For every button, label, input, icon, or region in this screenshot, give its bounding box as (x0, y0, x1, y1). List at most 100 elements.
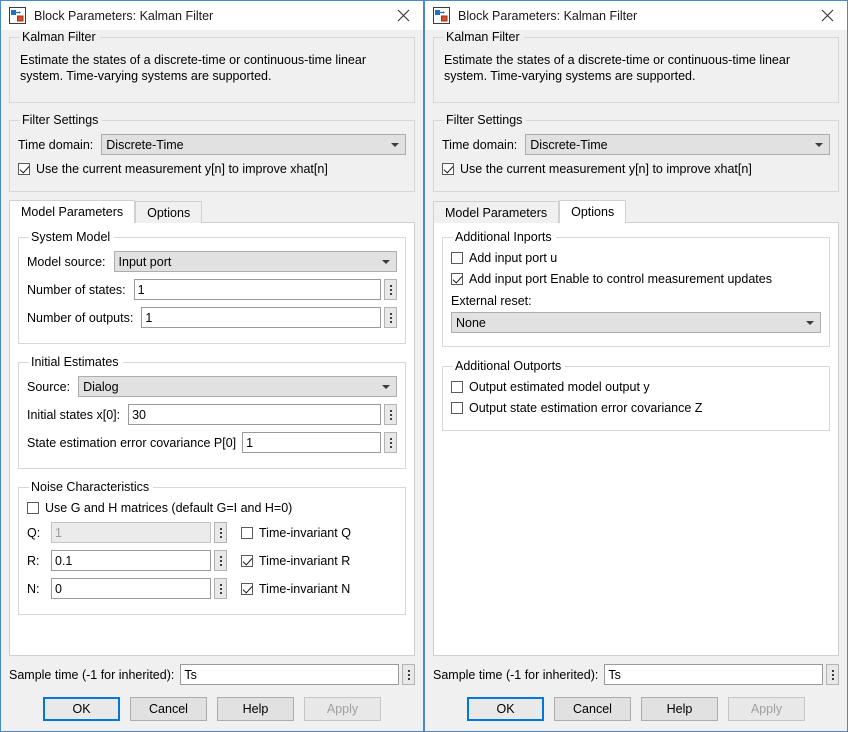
use-gh-row[interactable]: Use G and H matrices (default G=I and H=… (27, 501, 397, 515)
tab-options[interactable]: Options (135, 201, 202, 223)
covariance-input-wrap: 1 (242, 432, 397, 453)
use-current-measurement-checkbox[interactable] (18, 163, 30, 175)
time-domain-select[interactable]: Discrete-Time (101, 134, 406, 155)
ok-button[interactable]: OK (467, 697, 544, 721)
button-bar: OK Cancel Help Apply (433, 685, 839, 731)
n-input[interactable]: 0 (51, 578, 211, 599)
block-parameters-window-right: Block Parameters: Kalman Filter Kalman F… (424, 0, 848, 732)
tab-model-parameters-label: Model Parameters (445, 206, 547, 220)
time-invariant-q-checkbox[interactable] (241, 527, 253, 539)
tab-options[interactable]: Options (559, 200, 626, 223)
cancel-button[interactable]: Cancel (130, 697, 207, 721)
initial-source-select[interactable]: Dialog (78, 376, 397, 397)
model-source-select[interactable]: Input port (114, 251, 397, 272)
use-current-measurement-label: Use the current measurement y[n] to impr… (36, 162, 328, 176)
covariance-input[interactable]: 1 (242, 432, 381, 453)
covariance-spinner[interactable] (384, 432, 397, 453)
cancel-button[interactable]: Cancel (554, 697, 631, 721)
external-reset-row: None (451, 312, 821, 333)
title-bar: Block Parameters: Kalman Filter (1, 1, 423, 30)
r-spinner[interactable] (214, 550, 227, 571)
simulink-block-icon (433, 7, 450, 24)
sample-time-spinner[interactable] (402, 664, 415, 685)
external-reset-value: None (456, 316, 486, 330)
tab-options-label: Options (147, 206, 190, 220)
initial-states-spinner[interactable] (384, 404, 397, 425)
add-input-port-u-label: Add input port u (469, 251, 557, 265)
close-icon[interactable] (383, 1, 423, 29)
n-label: N: (27, 582, 43, 596)
number-of-outputs-spinner[interactable] (384, 307, 397, 328)
use-gh-checkbox[interactable] (27, 502, 39, 514)
time-invariant-n-label: Time-invariant N (259, 582, 350, 596)
output-estimated-y-checkbox[interactable] (451, 381, 463, 393)
additional-outports-legend: Additional Outports (453, 359, 565, 373)
description-legend: Kalman Filter (444, 30, 524, 44)
output-covariance-z-checkbox[interactable] (451, 402, 463, 414)
output-covariance-z-row[interactable]: Output state estimation error covariance… (451, 401, 821, 415)
add-input-port-u-row[interactable]: Add input port u (451, 251, 821, 265)
help-button[interactable]: Help (217, 697, 294, 721)
number-of-states-label: Number of states: (27, 283, 126, 297)
r-row: R: 0.1 Time-invariant R (27, 550, 397, 571)
q-spinner[interactable] (214, 522, 227, 543)
add-input-port-enable-checkbox[interactable] (451, 273, 463, 285)
sample-time-spinner[interactable] (826, 664, 839, 685)
time-domain-label: Time domain: (442, 138, 517, 152)
initial-source-value: Dialog (83, 380, 118, 394)
time-invariant-q-label: Time-invariant Q (259, 526, 351, 540)
help-button[interactable]: Help (641, 697, 718, 721)
apply-button: Apply (728, 697, 805, 721)
r-input[interactable]: 0.1 (51, 550, 211, 571)
n-row: N: 0 Time-invariant N (27, 578, 397, 599)
initial-states-row: Initial states x[0]: 30 (27, 404, 397, 425)
q-input-wrap: 1 (51, 522, 227, 543)
initial-source-label: Source: (27, 380, 70, 394)
external-reset-select[interactable]: None (451, 312, 821, 333)
add-input-port-enable-row[interactable]: Add input port Enable to control measure… (451, 272, 821, 286)
sample-time-label: Sample time (-1 for inherited): (433, 668, 598, 682)
number-of-outputs-row: Number of outputs: 1 (27, 307, 397, 328)
description-legend: Kalman Filter (20, 30, 100, 44)
description-group: Kalman Filter Estimate the states of a d… (9, 30, 415, 103)
time-invariant-r-checkbox[interactable] (241, 555, 253, 567)
number-of-outputs-input-wrap: 1 (141, 307, 397, 328)
sample-time-input[interactable]: Ts (604, 664, 823, 685)
number-of-states-spinner[interactable] (384, 279, 397, 300)
use-gh-label: Use G and H matrices (default G=I and H=… (45, 501, 292, 515)
external-reset-label-row: External reset: (451, 294, 821, 308)
window-title: Block Parameters: Kalman Filter (34, 9, 213, 23)
description-text: Estimate the states of a discrete-time o… (18, 44, 406, 94)
time-invariant-n-checkbox[interactable] (241, 583, 253, 595)
q-row: Q: 1 Time-invariant Q (27, 522, 397, 543)
use-current-measurement-checkbox[interactable] (442, 163, 454, 175)
number-of-outputs-input[interactable]: 1 (141, 307, 381, 328)
ok-button[interactable]: OK (43, 697, 120, 721)
initial-estimates-legend: Initial Estimates (29, 355, 123, 369)
number-of-states-input[interactable]: 1 (134, 279, 381, 300)
description-group: Kalman Filter Estimate the states of a d… (433, 30, 839, 103)
initial-source-row: Source: Dialog (27, 376, 397, 397)
output-estimated-y-row[interactable]: Output estimated model output y (451, 380, 821, 394)
time-domain-select[interactable]: Discrete-Time (525, 134, 830, 155)
add-input-port-u-checkbox[interactable] (451, 252, 463, 264)
output-estimated-y-label: Output estimated model output y (469, 380, 650, 394)
system-model-group: System Model Model source: Input port Nu… (18, 230, 406, 344)
sample-time-input[interactable]: Ts (180, 664, 399, 685)
initial-states-input[interactable]: 30 (128, 404, 381, 425)
tab-bar-right: Model Parameters Options (433, 200, 839, 223)
close-icon[interactable] (807, 1, 847, 29)
use-current-measurement-label: Use the current measurement y[n] to impr… (460, 162, 752, 176)
number-of-outputs-label: Number of outputs: (27, 311, 133, 325)
tab-model-parameters[interactable]: Model Parameters (433, 201, 559, 223)
use-current-measurement-row[interactable]: Use the current measurement y[n] to impr… (18, 162, 406, 176)
use-current-measurement-row[interactable]: Use the current measurement y[n] to impr… (442, 162, 830, 176)
time-domain-label: Time domain: (18, 138, 93, 152)
time-invariant-r-label: Time-invariant R (259, 554, 350, 568)
tab-model-parameters[interactable]: Model Parameters (9, 200, 135, 223)
n-input-wrap: 0 (51, 578, 227, 599)
output-covariance-z-label: Output state estimation error covariance… (469, 401, 702, 415)
n-spinner[interactable] (214, 578, 227, 599)
noise-legend: Noise Characteristics (29, 480, 153, 494)
panel-filler (442, 431, 830, 647)
